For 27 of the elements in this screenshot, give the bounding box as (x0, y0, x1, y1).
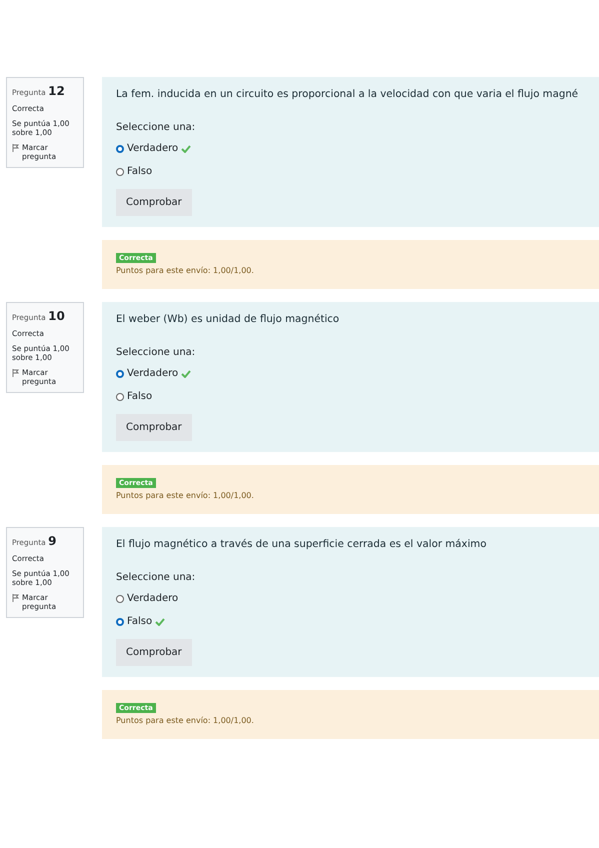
flag-icon[interactable] (12, 594, 19, 602)
question-text: El weber (Wb) es unidad de flujo magnético (116, 314, 340, 325)
option-label: Falso (127, 391, 152, 402)
radio-button[interactable] (116, 618, 124, 626)
answer-prompt: Seleccione una: (116, 347, 196, 358)
option-label: Verdadero (127, 143, 178, 154)
radio-button[interactable] (116, 168, 124, 176)
radio-button[interactable] (116, 594, 124, 602)
score-text: Puntos para este envío: 1,00/1,00. (116, 716, 254, 725)
option-label: Verdadero (127, 368, 178, 379)
flag-icon[interactable] (12, 369, 19, 377)
option-label: Falso (127, 616, 152, 627)
radio-button[interactable] (116, 370, 124, 378)
flag-icon[interactable] (12, 144, 19, 152)
option-label: Verdadero (127, 593, 178, 604)
question-text: El flujo magnético a través de una superficie cerrada es el valor máximo (116, 539, 486, 550)
check-button[interactable]: Comprobar (116, 639, 192, 666)
score-text: Puntos para este envío: 1,00/1,00. (116, 266, 254, 275)
check-button[interactable]: Comprobar (116, 414, 192, 441)
score-text: Puntos para este envío: 1,00/1,00. (116, 491, 254, 500)
check-button[interactable]: Comprobar (116, 189, 192, 216)
radio-button[interactable] (116, 392, 124, 400)
answer-prompt: Seleccione una: (116, 572, 196, 583)
option-label: Falso (127, 166, 152, 177)
radio-button[interactable] (116, 144, 124, 152)
question-text: La fem. inducida en un circuito es proporcional a la velocidad con que varia el flujo magné (116, 89, 578, 100)
answer-prompt: Seleccione una: (116, 122, 196, 133)
